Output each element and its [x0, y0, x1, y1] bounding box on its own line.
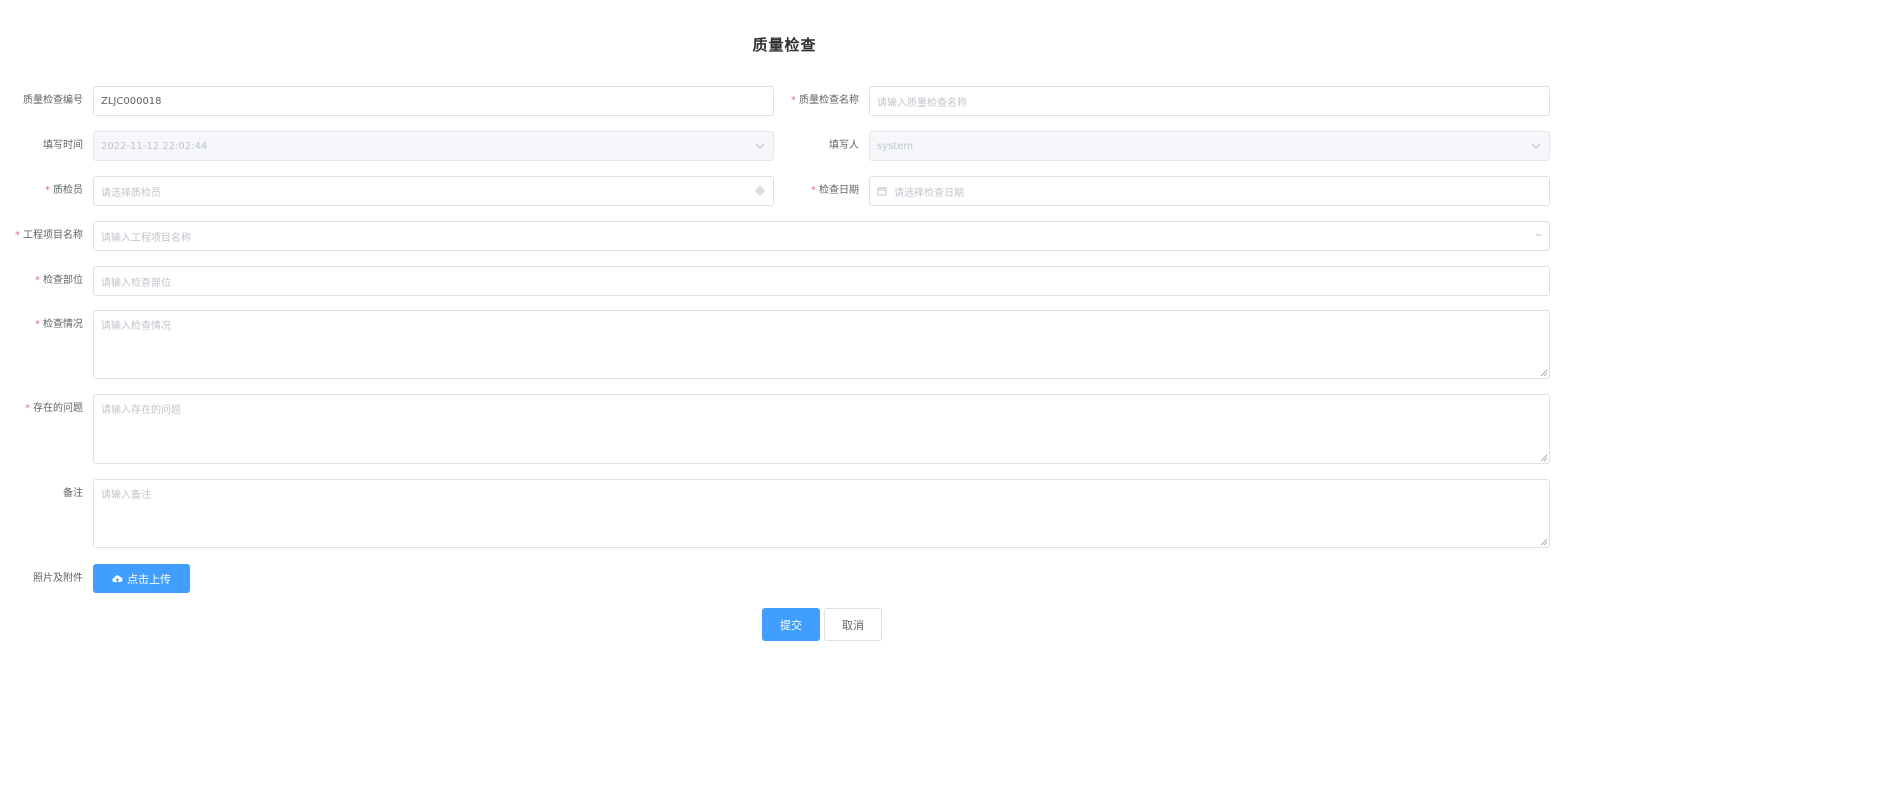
more-icon[interactable]: ···	[1535, 222, 1542, 250]
check-date-picker[interactable]: 请选择检查日期	[869, 176, 1550, 206]
upload-label: 点击上传	[127, 572, 171, 586]
remark-label: 备注	[63, 488, 83, 499]
fill-time-label: 填写时间	[43, 140, 83, 151]
code-input[interactable]: ZLJC000018	[93, 86, 774, 116]
code-value: ZLJC000018	[101, 95, 162, 107]
filler-label: 填写人	[829, 140, 859, 151]
fill-time-select: 2022-11-12 22:02:44	[93, 131, 774, 161]
name-label: * 质量检查名称	[791, 95, 859, 106]
part-placeholder: 请输入检查部位	[101, 277, 171, 289]
project-label: * 工程项目名称	[15, 230, 83, 241]
chevron-down-icon	[1531, 132, 1541, 160]
inspector-placeholder: 请选择质检员	[101, 187, 161, 199]
resize-grip-icon[interactable]	[1540, 454, 1548, 462]
cloud-upload-icon	[112, 575, 123, 583]
remark-textarea[interactable]: 请输入备注	[93, 479, 1550, 548]
filler-value: system	[877, 140, 914, 152]
inspector-select[interactable]: 请选择质检员	[93, 176, 774, 206]
calendar-icon	[877, 186, 887, 196]
submit-button[interactable]: 提交	[762, 608, 820, 641]
upload-button[interactable]: 点击上传	[93, 564, 190, 593]
problems-textarea[interactable]: 请输入存在的问题	[93, 394, 1550, 464]
problems-placeholder: 请输入存在的问题	[101, 405, 181, 416]
situation-label: * 检查情况	[35, 319, 83, 330]
fill-time-value: 2022-11-12 22:02:44	[101, 140, 208, 152]
check-date-label: * 检查日期	[811, 185, 859, 196]
remark-placeholder: 请输入备注	[101, 490, 151, 501]
resize-grip-icon[interactable]	[1540, 538, 1548, 546]
check-date-placeholder: 请选择检查日期	[894, 187, 964, 199]
name-placeholder: 请输入质量检查名称	[877, 97, 967, 109]
gear-icon[interactable]	[755, 177, 765, 205]
situation-textarea[interactable]: 请输入检查情况	[93, 310, 1550, 379]
chevron-down-icon	[755, 132, 765, 160]
situation-placeholder: 请输入检查情况	[101, 321, 171, 332]
resize-grip-icon[interactable]	[1540, 369, 1548, 377]
problems-label: * 存在的问题	[25, 403, 83, 414]
part-label: * 检查部位	[35, 275, 83, 286]
filler-select: system	[869, 131, 1550, 161]
inspector-label: * 质检员	[45, 185, 83, 196]
attachments-label: 照片及附件	[33, 573, 83, 584]
part-input[interactable]: 请输入检查部位	[93, 266, 1550, 296]
project-placeholder: 请输入工程项目名称	[101, 232, 191, 244]
cancel-button[interactable]: 取消	[824, 608, 882, 641]
name-input[interactable]: 请输入质量检查名称	[869, 86, 1550, 116]
page-title: 质量检查	[752, 36, 817, 54]
code-label: 质量检查编号	[23, 95, 83, 106]
project-input[interactable]: 请输入工程项目名称 ···	[93, 221, 1550, 251]
